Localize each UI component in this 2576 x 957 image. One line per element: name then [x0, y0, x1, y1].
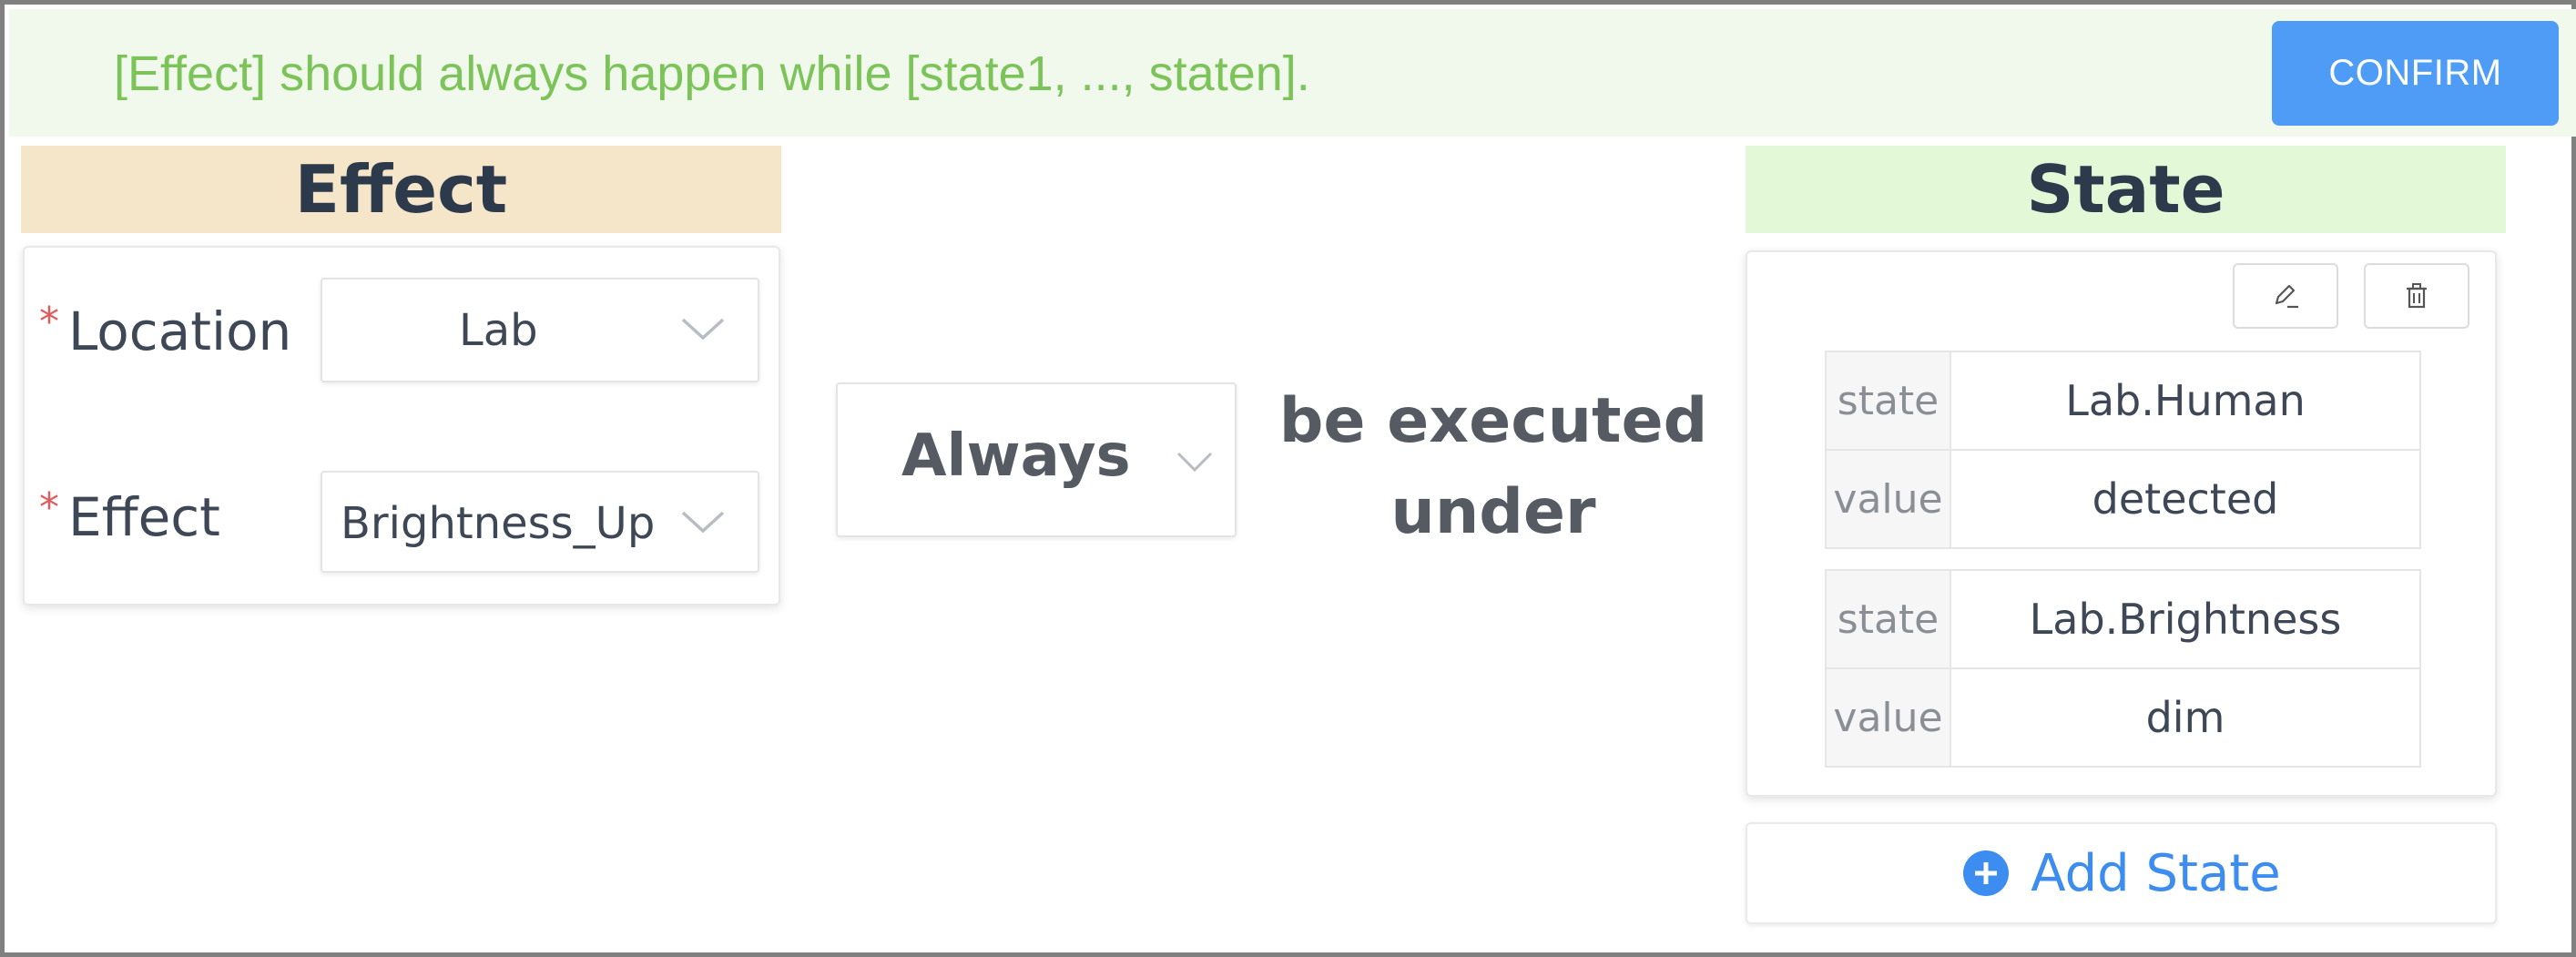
effect-header: Effect	[21, 146, 781, 233]
mode-select[interactable]: Always	[836, 382, 1237, 537]
connector-line-2: under	[1390, 476, 1596, 548]
chevron-down-icon	[1176, 452, 1213, 473]
location-select-value: Lab	[459, 305, 538, 356]
required-mark: *	[39, 484, 59, 531]
delete-button[interactable]	[2364, 263, 2469, 329]
effect-form-card: * Location Lab * Effect Brightness_Up	[23, 246, 780, 606]
value-value: dim	[1950, 667, 2421, 768]
location-label: Location	[68, 300, 292, 362]
delete-icon	[2407, 283, 2427, 309]
template-banner: [Effect] should always happen while [sta…	[9, 9, 2576, 137]
value-key: value	[1825, 449, 1951, 549]
state-value: Lab.Brightness	[1950, 569, 2421, 669]
table-row: state Lab.Brightness	[1825, 569, 2421, 669]
value-key: value	[1825, 667, 1951, 768]
value-value: detected	[1950, 449, 2421, 549]
required-mark: *	[39, 299, 59, 345]
edit-icon	[2275, 284, 2298, 309]
app-frame: [Effect] should always happen while [sta…	[0, 0, 2576, 957]
add-state-button[interactable]: Add State	[1746, 822, 2497, 924]
location-label-wrap: * Location	[39, 299, 292, 362]
state-group-1: state Lab.Human value detected	[1825, 351, 2421, 549]
state-key: state	[1825, 351, 1951, 451]
effect-label: Effect	[68, 486, 220, 548]
state-key: state	[1825, 569, 1951, 669]
effect-select-value: Brightness_Up	[341, 498, 656, 549]
mode-select-value: Always	[901, 423, 1131, 490]
state-value: Lab.Human	[1950, 351, 2421, 451]
location-select[interactable]: Lab	[321, 278, 759, 382]
confirm-button[interactable]: CONFIRM	[2272, 21, 2559, 126]
table-row: state Lab.Human	[1825, 351, 2421, 451]
plus-circle-icon	[1963, 850, 2010, 896]
add-state-label: Add State	[2031, 843, 2281, 903]
connector-line-1: be executed	[1278, 385, 1708, 457]
state-card: state Lab.Human value detected state Lab…	[1746, 250, 2497, 797]
chevron-down-icon	[681, 511, 725, 534]
template-text: [Effect] should always happen while [sta…	[114, 46, 1310, 101]
effect-label-wrap: * Effect	[39, 484, 220, 548]
chevron-down-icon	[681, 318, 725, 341]
state-group-2: state Lab.Brightness value dim	[1825, 569, 2421, 768]
effect-select[interactable]: Brightness_Up	[321, 471, 759, 573]
state-header: State	[1746, 146, 2506, 233]
table-row: value dim	[1825, 667, 2421, 768]
table-row: value detected	[1825, 449, 2421, 549]
connector-text: be executed under	[1270, 376, 1716, 558]
edit-button[interactable]	[2233, 263, 2338, 329]
